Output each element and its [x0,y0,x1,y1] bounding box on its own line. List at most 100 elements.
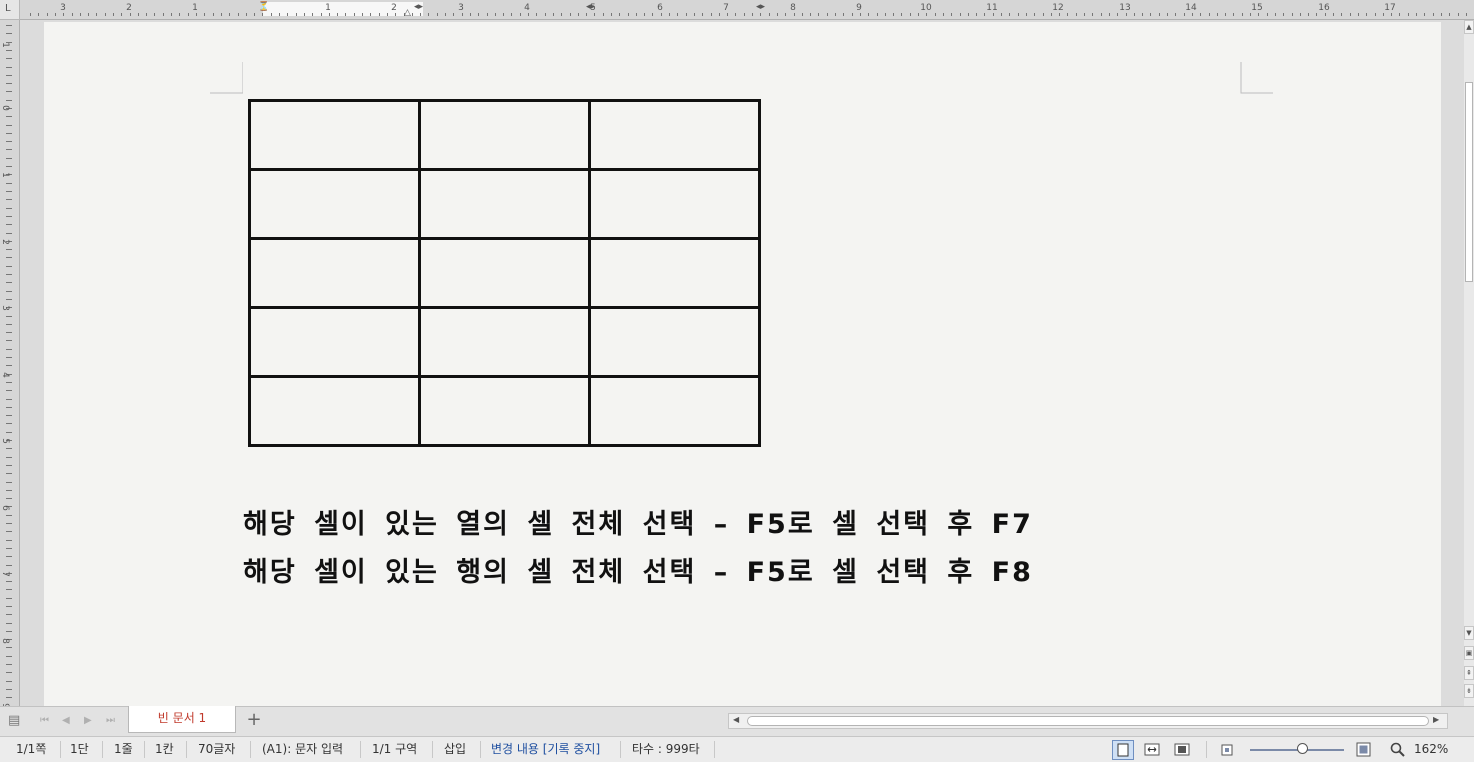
horizontal-ruler[interactable]: 3 2 1 1 2 3 4 5 6 7 8 9 10 11 12 13 14 15 16 17 ⏳ △ ◂▸ ◂▸ ◂… [20,0,1474,20]
ruler-tick [6,382,12,383]
ruler-tick [345,13,346,16]
table-cell[interactable] [588,237,761,309]
status-char-count[interactable]: 70글자 [198,737,235,762]
table-cell[interactable] [418,375,591,447]
status-typing-speed[interactable]: 타수 : 999타 [632,737,700,762]
ruler-tick [1092,13,1093,16]
ruler-tick [553,13,554,16]
normal-view-icon[interactable] [1112,740,1134,760]
ruler-tick [6,316,12,317]
ruler-tick [1350,13,1351,16]
ruler-tick [304,13,305,16]
horizontal-scrollbar[interactable]: ◀ ▶ [728,713,1448,729]
ruler-tick [121,13,122,16]
ruler-number: 2 [0,239,10,245]
table-cell[interactable] [418,237,591,309]
table-cell[interactable] [588,168,761,240]
horizontal-scroll-thumb[interactable] [747,716,1429,726]
table-cell[interactable] [588,375,761,447]
zoom-in-icon[interactable] [1356,742,1372,757]
column-marker-icon[interactable]: ◂▸ [756,2,765,12]
next-page-icon[interactable]: ⇟ [1464,684,1474,698]
indent-marker-icon[interactable]: ⏳ [258,2,269,12]
status-line[interactable]: 1줄 [114,737,133,762]
vertical-scroll-thumb[interactable] [1465,82,1473,282]
ruler-tick [6,457,12,458]
scroll-left-icon[interactable]: ◀ [733,715,739,724]
table-cell[interactable] [248,168,421,240]
column-marker-icon[interactable]: ◂▸ [586,2,595,12]
full-page-view-icon[interactable] [1174,742,1190,757]
next-tab-icon[interactable]: ▶ [84,715,92,726]
ruler-number: 6 [0,505,10,511]
ruler-tick [860,13,861,16]
status-column[interactable]: 1단 [70,737,89,762]
zoom-level[interactable]: 162% [1414,737,1448,762]
ruler-tick [1233,13,1234,16]
status-input-mode[interactable]: (A1): 문자 입력 [262,737,343,762]
document-table[interactable] [248,99,761,447]
status-section[interactable]: 1/1 구역 [372,737,417,762]
table-cell[interactable] [588,306,761,378]
ruler-tick [1175,13,1176,16]
add-tab-button[interactable]: + [240,710,268,730]
ruler-tick [395,13,396,16]
ruler-tick [437,13,438,16]
scroll-down-icon[interactable]: ▼ [1464,626,1474,640]
zoom-slider-knob[interactable] [1297,743,1308,754]
ruler-tick [6,565,12,566]
ruler-tick [362,13,363,16]
zoom-magnifier-icon[interactable] [1390,742,1406,757]
ruler-tick [30,13,31,16]
ruler-tick [1283,13,1284,16]
column-marker-icon[interactable]: ◂▸ [414,2,423,12]
table-cell[interactable] [248,375,421,447]
document-line-2[interactable]: 해당 셀이 있는 행의 셀 전체 선택 – F5로 셀 선택 후 F8 [243,550,1033,589]
table-cell[interactable] [418,99,591,171]
ruler-tick [1167,13,1168,16]
vertical-scrollbar[interactable]: ▲ ▼ ▣ ⇞ ⇟ [1464,20,1474,706]
first-tab-icon[interactable]: ⏮ [40,715,49,726]
ruler-tick [6,681,12,682]
document-line-1[interactable]: 해당 셀이 있는 열의 셀 전체 선택 – F5로 셀 선택 후 F7 [243,502,1033,541]
document-canvas[interactable]: 해당 셀이 있는 열의 셀 전체 선택 – F5로 셀 선택 후 F7 해당 셀… [20,20,1464,706]
ruler-tick [6,598,12,599]
ruler-tick [735,13,736,16]
ruler-tick [130,13,131,16]
status-insert-mode[interactable]: 삽입 [444,737,466,762]
ruler-tick [428,13,429,16]
ruler-number: 4 [0,372,10,378]
ruler-tick [901,13,902,16]
page-view-icon[interactable]: ▣ [1464,646,1474,660]
vertical-ruler[interactable]: 10123456789 [0,20,20,709]
status-track-changes[interactable]: 변경 내용 [기록 중지] [491,737,600,762]
zoom-out-icon[interactable] [1220,742,1236,757]
tab-document-1[interactable]: 빈 문서 1 [128,706,236,733]
right-indent-marker-icon[interactable]: △ [404,8,411,18]
document-page[interactable]: 해당 셀이 있는 열의 셀 전체 선택 – F5로 셀 선택 후 F7 해당 셀… [44,22,1441,706]
ruler-tick [6,166,12,167]
prev-tab-icon[interactable]: ◀ [62,715,70,726]
memo-icon[interactable]: ▤ [8,713,20,728]
scroll-right-icon[interactable]: ▶ [1433,715,1439,724]
scroll-up-icon[interactable]: ▲ [1464,20,1474,34]
table-cell[interactable] [418,168,591,240]
ruler-tick [47,13,48,16]
status-char-col[interactable]: 1칸 [155,737,174,762]
ruler-tick [677,13,678,16]
status-page[interactable]: 1/1쪽 [16,737,46,762]
table-cell[interactable] [248,306,421,378]
ruler-tick [1325,13,1326,16]
ruler-corner[interactable]: L [0,0,20,20]
table-cell[interactable] [248,237,421,309]
width-fit-view-icon[interactable] [1144,742,1160,757]
prev-page-icon[interactable]: ⇞ [1464,666,1474,680]
table-cell[interactable] [588,99,761,171]
ruler-tick [1026,13,1027,16]
ruler-tick [1076,13,1077,16]
ruler-tick [810,13,811,16]
table-cell[interactable] [248,99,421,171]
table-cell[interactable] [418,306,591,378]
ruler-tick [6,125,12,126]
last-tab-icon[interactable]: ⏭ [106,715,115,726]
